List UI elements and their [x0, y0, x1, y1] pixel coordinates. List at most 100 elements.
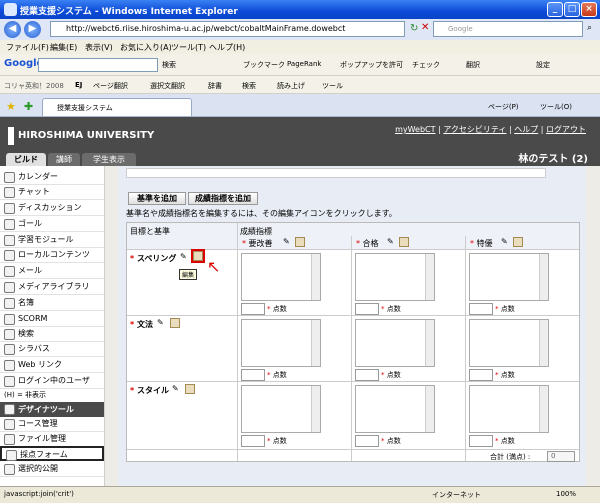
edit-icon[interactable] — [170, 318, 180, 328]
sidebar-scrollbar[interactable] — [104, 166, 118, 486]
rubric-cell-textarea[interactable] — [469, 319, 549, 367]
address-toolbar: ◀ ▶ http://webct6.riise.hiroshima-u.ac.j… — [0, 19, 600, 40]
minimize-button[interactable]: _ — [547, 2, 563, 17]
edit-pencil-icon[interactable]: ✎ — [157, 319, 165, 327]
back-icon[interactable]: ◀ — [4, 21, 21, 38]
koji-search-button[interactable]: 検索 — [242, 81, 256, 91]
mywebct-link[interactable]: myWebCT — [395, 125, 435, 134]
sidebar-item-course-admin[interactable]: コース管理 — [0, 417, 104, 432]
bookmark-button[interactable]: ブックマーク — [243, 60, 285, 70]
refresh-icon[interactable]: ↻ — [410, 23, 418, 34]
rubric-cell-textarea[interactable] — [241, 253, 321, 301]
points-input[interactable] — [241, 369, 265, 381]
tools-menu[interactable]: ツール(O) — [540, 102, 572, 112]
edit-icon[interactable] — [191, 249, 205, 263]
popup-allow-button[interactable]: ポップアップを許可 — [340, 60, 403, 70]
divider — [127, 249, 579, 250]
stop-icon[interactable]: ✕ — [421, 22, 429, 33]
sidebar-item-online-users[interactable]: ログイン中のユーザ — [0, 374, 104, 389]
koji-tools-button[interactable]: ツール — [322, 81, 343, 91]
menu-view[interactable]: 表示(V) — [85, 42, 113, 53]
check-button[interactable]: チェック — [412, 60, 440, 70]
edit-pencil-icon[interactable]: ✎ — [172, 385, 180, 393]
logout-link[interactable]: ログアウト — [546, 125, 586, 134]
rubric-cell-textarea[interactable] — [241, 385, 321, 433]
edit-icon[interactable] — [399, 237, 409, 247]
menu-edit[interactable]: 編集(E) — [50, 42, 77, 53]
zoom-level[interactable]: 100% — [556, 490, 576, 498]
tab-student-view[interactable]: 学生表示 — [82, 153, 136, 166]
menu-favorites[interactable]: お気に入り(A) — [120, 42, 172, 53]
settings-button[interactable]: 設定 — [536, 60, 550, 70]
sidebar-item-grading-form[interactable]: 採点フォーム — [0, 446, 104, 461]
google-search-button[interactable]: 検索 — [162, 60, 176, 70]
tab-build[interactable]: ビルド — [6, 153, 46, 166]
sidebar-item-weblinks[interactable]: Web リンク — [0, 358, 104, 373]
points-input[interactable] — [355, 369, 379, 381]
sidebar-item-mail[interactable]: メール — [0, 264, 104, 279]
koji-ej[interactable]: EJ — [75, 81, 82, 89]
points-input[interactable] — [355, 303, 379, 315]
sidebar-item-syllabus[interactable]: シラバス — [0, 342, 104, 357]
page-menu[interactable]: ページ(P) — [488, 102, 519, 112]
sidebar-item-selective-release[interactable]: 選択的公開 — [0, 462, 104, 477]
points-input[interactable] — [469, 303, 493, 315]
google-search-input[interactable] — [38, 58, 158, 72]
rubric-cell-textarea[interactable] — [469, 253, 549, 301]
edit-pencil-icon[interactable]: ✎ — [387, 238, 395, 246]
search-input[interactable]: Google — [433, 21, 583, 37]
rubric-cell-textarea[interactable] — [355, 253, 435, 301]
rubric-cell-textarea[interactable] — [355, 385, 435, 433]
help-link[interactable]: ヘルプ — [514, 125, 538, 134]
menu-tools[interactable]: ツール(T) — [171, 42, 206, 53]
window-title: 授業支援システム - Windows Internet Explorer — [20, 7, 238, 17]
maximize-button[interactable]: □ — [564, 2, 580, 17]
goal-icon — [4, 219, 15, 230]
sidebar-item-local-content[interactable]: ローカルコンテンツ — [0, 248, 104, 263]
points-input[interactable] — [469, 435, 493, 447]
rubric-cell-textarea[interactable] — [469, 385, 549, 433]
main-scrollbar[interactable] — [586, 166, 600, 486]
add-criterion-button[interactable]: 基準を追加 — [128, 192, 186, 205]
points-input[interactable] — [241, 303, 265, 315]
close-button[interactable]: × — [581, 2, 597, 17]
sidebar-item-roster[interactable]: 名簿 — [0, 296, 104, 311]
edit-icon[interactable] — [513, 237, 523, 247]
tab-instructor[interactable]: 講師 — [48, 153, 80, 166]
menu-file[interactable]: ファイル(F) — [6, 42, 49, 53]
add-favorites-icon[interactable]: ✚ — [24, 100, 33, 113]
add-level-button[interactable]: 成績指標を追加 — [188, 192, 258, 205]
points-input[interactable] — [355, 435, 379, 447]
menu-help[interactable]: ヘルプ(H) — [209, 42, 245, 53]
edit-pencil-icon[interactable]: ✎ — [180, 253, 188, 261]
sidebar-item-media-library[interactable]: メディアライブラリ — [0, 280, 104, 295]
points-input[interactable] — [469, 369, 493, 381]
edit-icon[interactable] — [295, 237, 305, 247]
sidebar-item-calendar[interactable]: カレンダー — [0, 170, 104, 185]
rubric-cell-textarea[interactable] — [355, 319, 435, 367]
accessibility-link[interactable]: アクセシビリティ — [443, 125, 506, 134]
dictionary-button[interactable]: 辞書 — [208, 81, 222, 91]
edit-pencil-icon[interactable]: ✎ — [283, 238, 291, 246]
points-input[interactable] — [241, 435, 265, 447]
selection-translate-button[interactable]: 選択文翻訳 — [150, 81, 185, 91]
rubric-cell-textarea[interactable] — [241, 319, 321, 367]
read-aloud-button[interactable]: 読み上げ — [277, 81, 305, 91]
sidebar-item-search[interactable]: 検索 — [0, 327, 104, 342]
translate-button[interactable]: 翻訳 — [466, 60, 480, 70]
edit-pencil-icon[interactable]: ✎ — [501, 238, 509, 246]
sidebar-item-file-manager[interactable]: ファイル管理 — [0, 432, 104, 447]
sidebar-item-scorm[interactable]: SCORM — [0, 312, 104, 327]
sidebar-item-goal[interactable]: ゴール — [0, 217, 104, 232]
criterion-style: * スタイル — [130, 386, 169, 395]
browser-tab[interactable]: 授業支援システム — [42, 98, 192, 116]
address-input[interactable]: http://webct6.riise.hiroshima-u.ac.jp/we… — [50, 21, 405, 37]
page-translate-button[interactable]: ページ翻訳 — [93, 81, 128, 91]
sidebar-item-chat[interactable]: チャット — [0, 185, 104, 200]
edit-icon[interactable] — [185, 384, 195, 394]
favorites-star-icon[interactable]: ★ — [6, 100, 16, 113]
sidebar-item-learning-module[interactable]: 学習モジュール — [0, 233, 104, 248]
search-icon[interactable]: ⌕ — [587, 23, 592, 33]
sidebar-item-discussion[interactable]: ディスカッション — [0, 201, 104, 216]
forward-icon[interactable]: ▶ — [24, 21, 41, 38]
